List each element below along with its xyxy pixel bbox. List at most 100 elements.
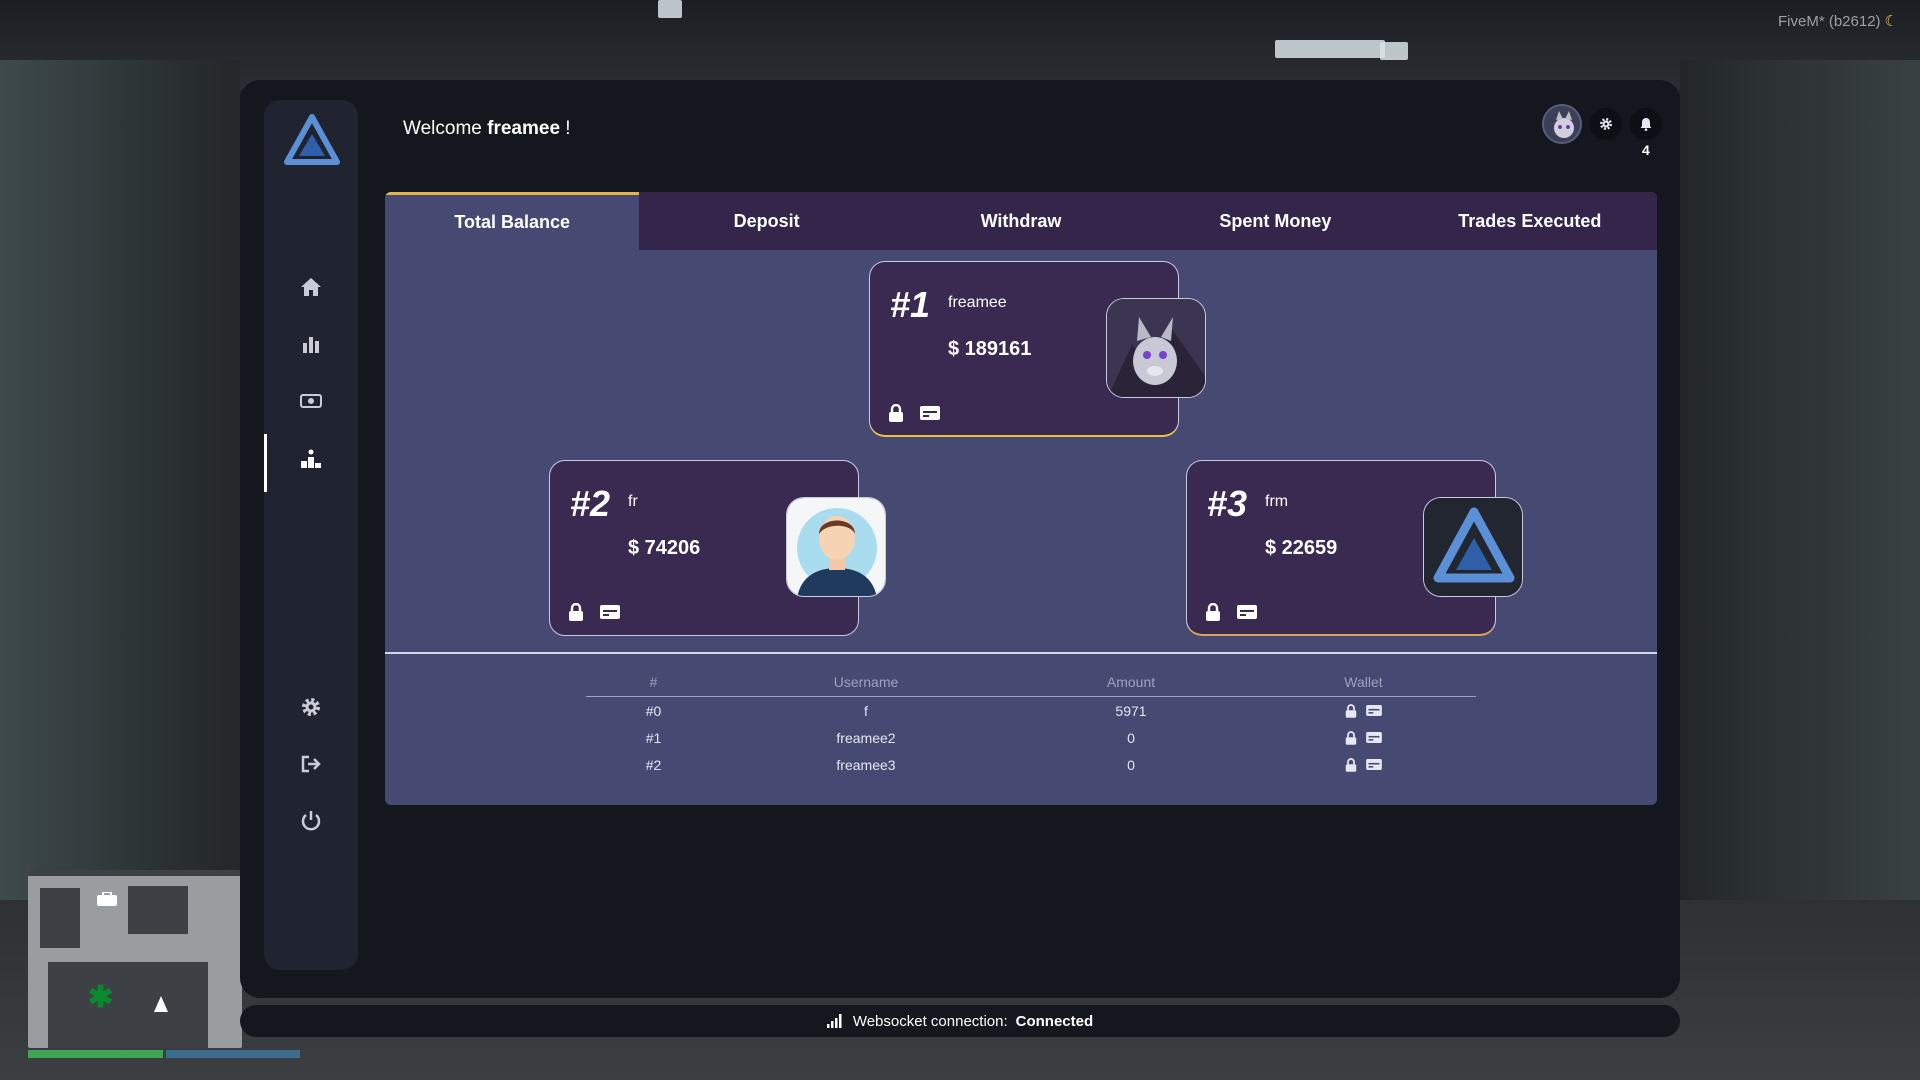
player-amount: $ 74206	[628, 537, 701, 559]
triangle-logo[interactable]	[284, 114, 340, 166]
tab-deposit[interactable]: Deposit	[639, 192, 893, 250]
wolf-avatar	[1106, 298, 1206, 398]
cell-amount: 0	[1127, 756, 1135, 773]
person-avatar-image	[787, 498, 885, 596]
background-light	[658, 0, 682, 18]
column-header-wallet: Wallet	[1251, 670, 1476, 697]
background-light	[1380, 42, 1408, 60]
map-block	[40, 888, 80, 948]
wallet-card-icon[interactable]	[1237, 605, 1257, 619]
tab-trades-executed[interactable]: Trades Executed	[1403, 192, 1657, 250]
header-actions: 4	[1542, 104, 1662, 158]
cell-rank: #1	[645, 729, 662, 746]
background-light	[1275, 40, 1385, 58]
tab-spent-money[interactable]: Spent Money	[1148, 192, 1402, 250]
briefcase-icon	[97, 892, 117, 906]
gear-icon	[1600, 118, 1612, 130]
section-divider	[385, 652, 1657, 654]
lock-icon[interactable]	[568, 603, 584, 621]
wolf-avatar-image	[1107, 299, 1205, 397]
wallet-card-icon[interactable]	[1366, 759, 1382, 770]
map-block	[128, 886, 188, 934]
table-row: #0 f 5971	[586, 697, 1476, 725]
table-row: #1 freamee2 0	[586, 724, 1476, 751]
tab-total-balance[interactable]: Total Balance	[385, 192, 640, 250]
bar-chart-icon	[303, 337, 319, 353]
settings-button[interactable]	[1590, 108, 1622, 140]
cell-username: freamee2	[836, 729, 896, 746]
sidebar-item-home[interactable]	[264, 262, 358, 312]
websocket-value: Connected	[1015, 1012, 1094, 1030]
column-header-rank: #	[586, 670, 721, 697]
websocket-label: Websocket connection:	[852, 1012, 1008, 1030]
triangle-logo-avatar	[1423, 497, 1523, 597]
notification-count: 4	[1642, 142, 1650, 158]
wallet-card-icon[interactable]	[1366, 732, 1382, 743]
player-name: frm	[1265, 493, 1289, 510]
podium-card-third: #3 frm $ 22659	[1186, 460, 1523, 636]
welcome-suffix: !	[565, 118, 571, 139]
column-header-amount: Amount	[1011, 670, 1251, 697]
sidebar-item-stats[interactable]	[264, 319, 358, 369]
player-amount: $ 22659	[1265, 537, 1338, 559]
lock-icon[interactable]	[888, 404, 904, 422]
rank-label: #2	[570, 483, 611, 524]
card-actions	[568, 603, 620, 621]
money-icon	[300, 394, 322, 408]
cell-wallet	[1251, 697, 1476, 725]
armor-bar	[166, 1050, 300, 1058]
logout-icon	[301, 755, 321, 773]
sidebar-item-settings[interactable]	[264, 682, 358, 732]
tab-withdraw[interactable]: Withdraw	[894, 192, 1148, 250]
lock-icon[interactable]	[1205, 603, 1221, 621]
health-bar	[28, 1050, 163, 1058]
notifications-button[interactable]: 4	[1630, 108, 1662, 158]
card-actions	[888, 404, 940, 422]
column-header-username: Username	[721, 670, 1011, 697]
map-block	[28, 870, 242, 876]
table-header-row: # Username Amount Wallet	[586, 670, 1476, 697]
tab-bar: Total Balance Deposit Withdraw Spent Mon…	[385, 192, 1657, 250]
cell-rank: #0	[645, 702, 662, 719]
rank-label: #1	[890, 284, 931, 325]
power-icon	[301, 811, 321, 831]
fivem-version-tag: FiveM* (b2612) ☾	[1778, 12, 1898, 30]
triangle-logo-avatar-image	[1424, 498, 1522, 596]
gear-icon	[302, 698, 320, 716]
cell-amount: 0	[1127, 729, 1135, 746]
podium-icon	[301, 449, 321, 468]
lock-icon[interactable]	[1345, 730, 1357, 745]
sidebar-item-logout[interactable]	[264, 739, 358, 789]
person-avatar	[786, 497, 886, 597]
lock-icon[interactable]	[1345, 703, 1357, 718]
welcome-prefix: Welcome	[403, 118, 482, 139]
card-actions	[1205, 603, 1257, 621]
websocket-status-bar: Websocket connection: Connected	[240, 1005, 1680, 1037]
leaderboard-panel: Total Balance Deposit Withdraw Spent Mon…	[385, 192, 1657, 805]
welcome-username: freamee	[487, 118, 561, 139]
podium-card-second: #2 fr $ 74206	[549, 460, 886, 636]
table-row: #2 freamee3 0	[586, 751, 1476, 778]
sidebar-item-leaderboard[interactable]	[264, 434, 358, 492]
signal-icon	[826, 1014, 842, 1028]
sidebar	[264, 100, 358, 970]
wallet-card-icon[interactable]	[600, 605, 620, 619]
version-text: FiveM* (b2612)	[1778, 13, 1881, 30]
home-icon	[301, 278, 321, 296]
player-arrow-icon	[154, 996, 168, 1012]
wolf-avatar-icon	[1544, 106, 1580, 142]
wallet-card-icon[interactable]	[920, 406, 940, 420]
cell-wallet	[1251, 724, 1476, 751]
leaderboard-table: # Username Amount Wallet #0 f 5971 #1 fr…	[586, 670, 1476, 778]
cell-wallet	[1251, 751, 1476, 778]
lock-icon[interactable]	[1345, 757, 1357, 772]
user-avatar[interactable]	[1542, 104, 1582, 144]
wallet-card-icon[interactable]	[1366, 705, 1382, 716]
cell-username: freamee3	[836, 756, 896, 773]
sidebar-item-power[interactable]	[264, 796, 358, 846]
hospital-marker-icon: ✱	[88, 981, 114, 1014]
sidebar-item-money[interactable]	[264, 376, 358, 426]
map-block	[48, 962, 208, 1048]
crescent-moon-icon: ☾	[1884, 13, 1898, 30]
player-name: fr	[628, 493, 638, 510]
